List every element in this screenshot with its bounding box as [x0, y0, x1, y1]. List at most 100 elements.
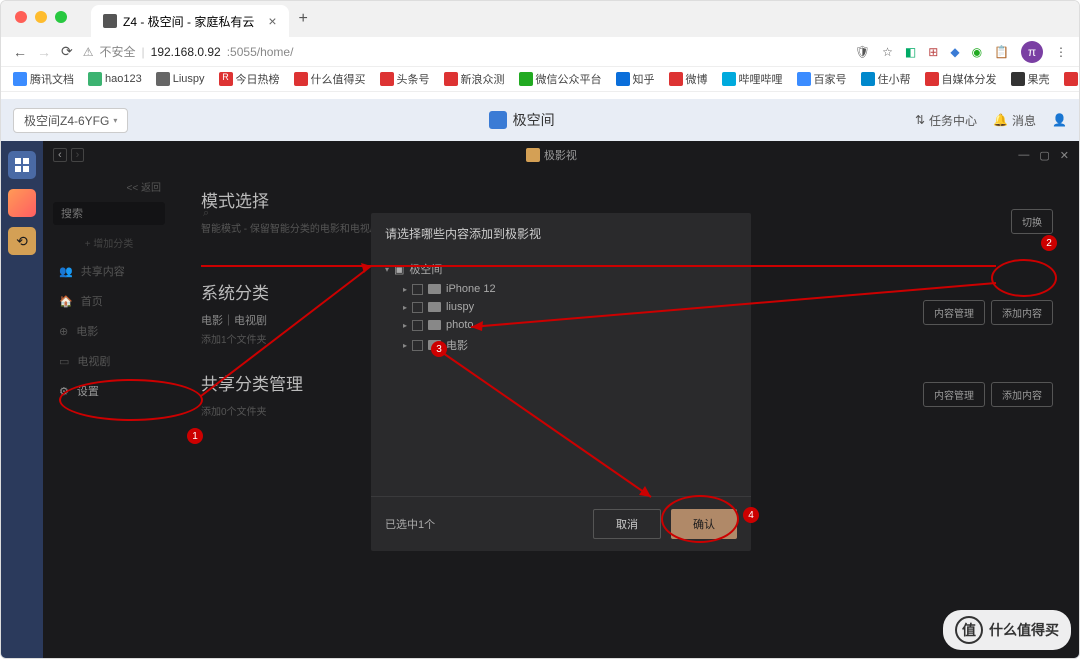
home-icon: 🏠 [59, 295, 73, 308]
insecure-label: 不安全 [100, 43, 136, 60]
tab-close-icon[interactable]: × [268, 13, 276, 29]
brand-logo-icon [489, 111, 507, 129]
checkbox[interactable] [412, 302, 423, 313]
add-content-button-2[interactable]: 添加内容 [991, 382, 1053, 407]
bookmark-item[interactable]: 微博 [669, 71, 708, 87]
browser-tab[interactable]: Z4 - 极空间 - 家庭私有云 × [91, 5, 289, 37]
ext4-icon[interactable]: ◉ [972, 45, 982, 59]
drive-icon: ▣ [394, 263, 404, 276]
sidebar-item-home[interactable]: 🏠首页 [49, 286, 169, 316]
rail-gallery-icon[interactable] [8, 189, 36, 217]
bookmark-item[interactable]: R今日热榜 [219, 71, 280, 87]
bell-icon: 🔔 [993, 113, 1008, 127]
traffic-light-min[interactable] [35, 11, 47, 23]
bookmark-item[interactable]: 新浪众测 [444, 71, 505, 87]
side-back-link[interactable]: << 返回 [49, 175, 169, 198]
left-rail: ⟲ [1, 141, 43, 658]
bookmark-item[interactable]: 果壳 [1011, 71, 1050, 87]
sidebar-item-movie[interactable]: ⊕电影 [49, 316, 169, 346]
close-icon[interactable]: ✕ [1060, 149, 1069, 162]
sidebar-item-share[interactable]: 👥共享内容 [49, 256, 169, 286]
ext1-icon[interactable]: ◧ [905, 45, 916, 59]
maximize-icon[interactable]: ▢ [1039, 149, 1049, 162]
rail-media-icon[interactable]: ⟲ [8, 227, 36, 255]
star-icon[interactable]: ☆ [882, 45, 893, 59]
checkbox[interactable] [412, 340, 423, 351]
user-icon[interactable]: 👤 [1052, 113, 1067, 127]
share-sub: 添加0个文件夹 [201, 403, 303, 418]
bookmark-item[interactable]: Liuspy [156, 72, 205, 86]
ext3-icon[interactable]: ◆ [950, 45, 959, 59]
checkbox[interactable] [412, 320, 423, 331]
shield-icon[interactable]: 🛡 [855, 45, 870, 59]
content-mgmt-button-2[interactable]: 内容管理 [923, 382, 985, 407]
task-center-link[interactable]: ⇅任务中心 [915, 112, 977, 129]
folder-icon [428, 284, 441, 294]
nav-fwd-icon[interactable]: → [37, 44, 51, 60]
cancel-button[interactable]: 取消 [593, 509, 661, 539]
ext2-icon[interactable]: ⊞ [928, 45, 938, 59]
url-host: 192.168.0.92 [151, 45, 221, 59]
rail-apps-icon[interactable] [8, 151, 36, 179]
app-icon [526, 148, 540, 162]
folder-select-modal: 请选择哪些内容添加到极影视 ▾▣极空间 ▸iPhone 12 ▸liuspy ▸… [371, 213, 751, 551]
tree-item[interactable]: ▸liuspy [385, 298, 737, 316]
add-category-button[interactable]: + 增加分类 [49, 229, 169, 256]
annotation-num-3: 3 [431, 341, 447, 357]
bookmark-item[interactable]: 微信公众平台 [519, 71, 602, 87]
ext5-icon[interactable]: 📋 [994, 45, 1009, 59]
side-panel: << 返回 ⌕ + 增加分类 👥共享内容 🏠首页 ⊕电影 ▭电视剧 ⚙设置 [43, 169, 175, 658]
bookmark-item[interactable]: 百家号 [797, 71, 847, 87]
bookmark-item[interactable]: 哔哩哔哩 [722, 71, 783, 87]
tree-root[interactable]: ▾▣极空间 [385, 258, 737, 280]
folder-icon [428, 302, 441, 312]
add-content-button[interactable]: 添加内容 [991, 300, 1053, 325]
switch-button[interactable]: 切换 [1011, 209, 1053, 234]
selected-count: 已选中1个 [385, 516, 435, 532]
favicon [103, 14, 117, 28]
transfer-icon: ⇅ [915, 113, 925, 127]
nav-back-group[interactable]: ‹› [53, 148, 84, 162]
watermark: 值 什么值得买 [943, 610, 1071, 650]
bookmark-item[interactable]: 住小帮 [861, 71, 911, 87]
messages-link[interactable]: 🔔消息 [993, 112, 1036, 129]
folder-tree: ▾▣极空间 ▸iPhone 12 ▸liuspy ▸photo ▸电影 [371, 254, 751, 496]
new-tab-button[interactable]: + [299, 10, 308, 28]
app-header: 极空间Z4-6YFG▾ 极空间 ⇅任务中心 🔔消息 👤 [1, 99, 1079, 141]
checkbox[interactable] [412, 284, 423, 295]
movie-icon: ⊕ [59, 325, 68, 338]
bookmark-item[interactable]: 自媒体分发 [925, 71, 997, 87]
minimize-icon[interactable]: — [1018, 149, 1029, 162]
url-field[interactable]: ⚠ 不安全 | 192.168.0.92:5055/home/ [83, 43, 845, 60]
tab-title: Z4 - 极空间 - 家庭私有云 [123, 13, 254, 30]
tree-item[interactable]: ▸iPhone 12 [385, 280, 737, 298]
content-mgmt-button[interactable]: 内容管理 [923, 300, 985, 325]
menu-icon[interactable]: ⋮ [1055, 45, 1067, 59]
sidebar-item-settings[interactable]: ⚙设置 [49, 376, 169, 406]
sys-sub1: 电影｜电视剧 [201, 312, 269, 328]
share-title: 共享分类管理 [201, 370, 303, 395]
bookmarks-bar: 腾讯文档 hao123 Liuspy R今日热榜 什么值得买 头条号 新浪众测 … [1, 67, 1079, 92]
nav-back-icon[interactable]: ← [13, 44, 27, 60]
bookmark-item[interactable]: 什么值得买 [294, 71, 366, 87]
search-box[interactable]: ⌕ [53, 202, 165, 225]
nav-reload-icon[interactable]: ⟳ [61, 43, 73, 60]
traffic-light-max[interactable] [55, 11, 67, 23]
sys-sub2: 添加1个文件夹 [201, 331, 269, 346]
watermark-text: 什么值得买 [989, 620, 1059, 640]
brand: 极空间 [489, 110, 555, 130]
confirm-button[interactable]: 确认 [671, 509, 737, 539]
bookmark-item[interactable]: hao123 [88, 72, 142, 86]
folder-icon [428, 320, 441, 330]
bookmark-item[interactable]: 京东 [1064, 71, 1079, 87]
traffic-light-close[interactable] [15, 11, 27, 23]
bookmark-item[interactable]: 头条号 [380, 71, 430, 87]
bookmark-item[interactable]: 知乎 [616, 71, 655, 87]
profile-avatar[interactable]: π [1021, 41, 1043, 63]
insecure-icon: ⚠ [83, 45, 94, 59]
bookmark-item[interactable]: 腾讯文档 [13, 71, 74, 87]
sidebar-item-tv[interactable]: ▭电视剧 [49, 346, 169, 376]
device-selector[interactable]: 极空间Z4-6YFG▾ [13, 108, 128, 133]
mode-title: 模式选择 [201, 187, 530, 212]
tree-item[interactable]: ▸photo [385, 316, 737, 334]
